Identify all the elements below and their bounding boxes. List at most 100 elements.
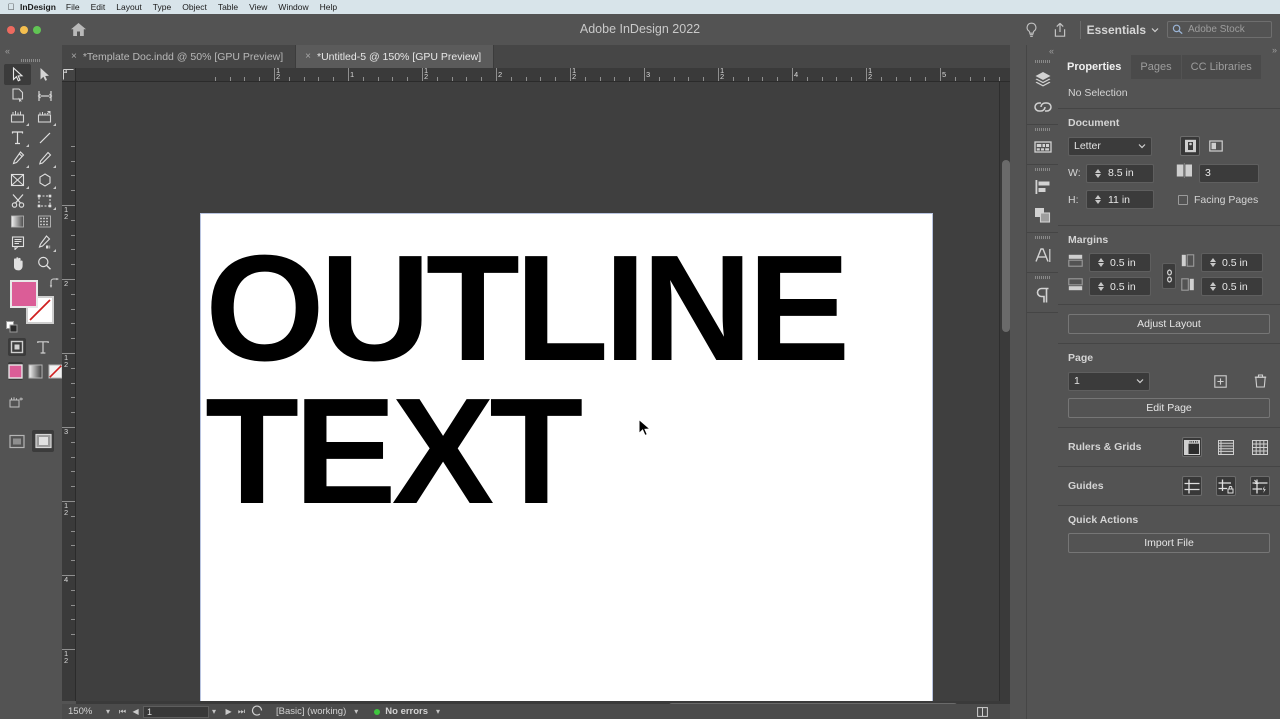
gap-tool[interactable] bbox=[31, 85, 58, 106]
scissors-tool[interactable] bbox=[4, 190, 31, 211]
preflight-profile-label[interactable]: [Basic] (working) bbox=[276, 706, 346, 717]
hand-tool[interactable] bbox=[4, 253, 31, 274]
ruler-origin-handle[interactable] bbox=[62, 68, 76, 82]
width-stepper[interactable] bbox=[1092, 168, 1103, 178]
document-tab-template-doc[interactable]: × *Template Doc.indd @ 50% [GPU Preview] bbox=[62, 45, 297, 68]
home-icon[interactable] bbox=[68, 20, 88, 39]
formatting-affects-text-icon[interactable] bbox=[34, 338, 52, 356]
import-file-button[interactable]: Import File bbox=[1068, 533, 1270, 553]
page-tool[interactable] bbox=[4, 85, 31, 106]
margin-right-stepper[interactable] bbox=[1207, 282, 1218, 291]
close-window-button[interactable] bbox=[7, 25, 15, 34]
free-transform-tool[interactable] bbox=[31, 190, 58, 211]
zoom-chevron-down-icon[interactable]: ▾ bbox=[106, 707, 110, 716]
direct-selection-tool[interactable] bbox=[31, 64, 58, 85]
menu-layout[interactable]: Layout bbox=[116, 2, 142, 12]
align-icon[interactable] bbox=[1027, 173, 1058, 201]
share-icon[interactable] bbox=[1046, 14, 1074, 45]
height-input[interactable]: 11 in bbox=[1086, 190, 1154, 209]
gradient-swatch-tool[interactable] bbox=[4, 211, 31, 232]
menu-table[interactable]: Table bbox=[218, 2, 238, 12]
page-headline-text[interactable]: OUTLINE TEXT bbox=[205, 232, 939, 527]
rail-group-grip[interactable] bbox=[1027, 233, 1058, 241]
tab-pages[interactable]: Pages bbox=[1131, 55, 1181, 79]
gradient-feather-tool[interactable] bbox=[31, 211, 58, 232]
link-margins-icon[interactable] bbox=[1162, 262, 1176, 289]
note-tool[interactable] bbox=[4, 232, 31, 253]
menu-app-name[interactable]: InDesign bbox=[20, 2, 56, 12]
lock-guides-icon[interactable] bbox=[1216, 476, 1236, 496]
tab-properties[interactable]: Properties bbox=[1058, 55, 1131, 79]
menu-file[interactable]: File bbox=[66, 2, 80, 12]
margin-right-input[interactable]: 0.5 in bbox=[1201, 277, 1263, 296]
number-of-pages-input[interactable]: 3 bbox=[1199, 163, 1259, 183]
close-icon[interactable]: × bbox=[71, 51, 77, 62]
collapse-tools-button[interactable]: « bbox=[0, 45, 62, 57]
rail-group-grip[interactable] bbox=[1027, 57, 1058, 65]
width-input[interactable]: 8.5 in bbox=[1086, 163, 1154, 183]
cc-libraries-icon[interactable] bbox=[1027, 133, 1058, 161]
first-page-icon[interactable]: ⏮ bbox=[116, 707, 129, 717]
add-page-icon[interactable] bbox=[1210, 371, 1230, 391]
content-collector-tool[interactable] bbox=[4, 106, 31, 127]
vertical-ruler[interactable]: 12 2 12 3 12 4 12 bbox=[62, 82, 76, 701]
preview-mode-icon[interactable] bbox=[32, 430, 54, 452]
facing-pages-checkbox[interactable] bbox=[1178, 194, 1188, 205]
menu-window[interactable]: Window bbox=[278, 2, 308, 12]
canvas-vertical-scrollbar[interactable] bbox=[999, 82, 1010, 701]
rail-group-grip[interactable] bbox=[1027, 273, 1058, 281]
apply-none-icon[interactable] bbox=[48, 362, 63, 380]
page-select[interactable]: 1 bbox=[1068, 371, 1150, 391]
document-page[interactable]: OUTLINE TEXT bbox=[200, 213, 933, 701]
error-chevron-down-icon[interactable]: ▾ bbox=[436, 707, 440, 716]
links-icon[interactable] bbox=[1027, 93, 1058, 121]
rail-group-grip[interactable] bbox=[1027, 165, 1058, 173]
margin-bottom-input[interactable]: 0.5 in bbox=[1089, 277, 1151, 296]
horizontal-ruler[interactable]: 12112212312412512 bbox=[76, 68, 1010, 82]
menu-view[interactable]: View bbox=[249, 2, 267, 12]
maximize-window-button[interactable] bbox=[33, 25, 41, 34]
menu-edit[interactable]: Edit bbox=[91, 2, 106, 12]
next-page-icon[interactable]: ▶ bbox=[222, 707, 235, 716]
profile-chevron-down-icon[interactable]: ▾ bbox=[354, 707, 358, 716]
smart-guides-icon[interactable] bbox=[1250, 476, 1270, 496]
margin-left-stepper[interactable] bbox=[1207, 258, 1218, 267]
adjust-layout-button[interactable]: Adjust Layout bbox=[1068, 314, 1270, 334]
pen-tool[interactable] bbox=[4, 148, 31, 169]
delete-page-icon[interactable] bbox=[1250, 371, 1270, 391]
content-placer-tool[interactable] bbox=[31, 106, 58, 127]
orientation-portrait-icon[interactable] bbox=[1180, 136, 1200, 156]
pencil-tool[interactable] bbox=[31, 148, 58, 169]
normal-view-mode-icon[interactable] bbox=[8, 432, 26, 450]
close-icon[interactable]: × bbox=[305, 51, 311, 62]
default-fill-stroke-icon[interactable] bbox=[6, 320, 18, 333]
fill-swatch[interactable] bbox=[10, 280, 38, 308]
pathfinder-icon[interactable] bbox=[1027, 201, 1058, 229]
zoom-level-value[interactable]: 150% bbox=[68, 706, 104, 717]
line-tool[interactable] bbox=[31, 127, 58, 148]
page-size-select[interactable]: Letter bbox=[1068, 136, 1152, 156]
tab-cc-libraries[interactable]: CC Libraries bbox=[1181, 55, 1261, 79]
last-page-icon[interactable]: ⏭ bbox=[235, 707, 248, 717]
show-guides-icon[interactable] bbox=[1182, 476, 1202, 496]
window-controls[interactable] bbox=[7, 25, 41, 34]
menu-object[interactable]: Object bbox=[182, 2, 207, 12]
page-fit-indicator-icon[interactable] bbox=[975, 705, 989, 718]
page-chevron-down-icon[interactable]: ▾ bbox=[212, 707, 216, 716]
margin-bottom-stepper[interactable] bbox=[1095, 282, 1106, 291]
color-theme-tool[interactable] bbox=[31, 232, 58, 253]
character-icon[interactable] bbox=[1027, 241, 1058, 269]
formatting-affects-container-icon[interactable] bbox=[8, 338, 26, 356]
rectangle-frame-tool[interactable] bbox=[4, 169, 31, 190]
zoom-tool[interactable] bbox=[31, 253, 58, 274]
selection-tool[interactable] bbox=[4, 64, 31, 85]
margin-top-input[interactable]: 0.5 in bbox=[1089, 253, 1151, 272]
minimize-window-button[interactable] bbox=[20, 25, 28, 34]
apple-logo-icon[interactable]:  bbox=[4, 2, 18, 12]
document-grid-icon[interactable] bbox=[1250, 437, 1270, 457]
document-tab-untitled-5[interactable]: × *Untitled-5 @ 150% [GPU Preview] bbox=[296, 45, 495, 68]
layers-icon[interactable] bbox=[1027, 65, 1058, 93]
rail-group-grip[interactable] bbox=[1027, 125, 1058, 133]
edit-page-button[interactable]: Edit Page bbox=[1068, 398, 1270, 418]
tools-panel-grip[interactable] bbox=[0, 57, 62, 64]
